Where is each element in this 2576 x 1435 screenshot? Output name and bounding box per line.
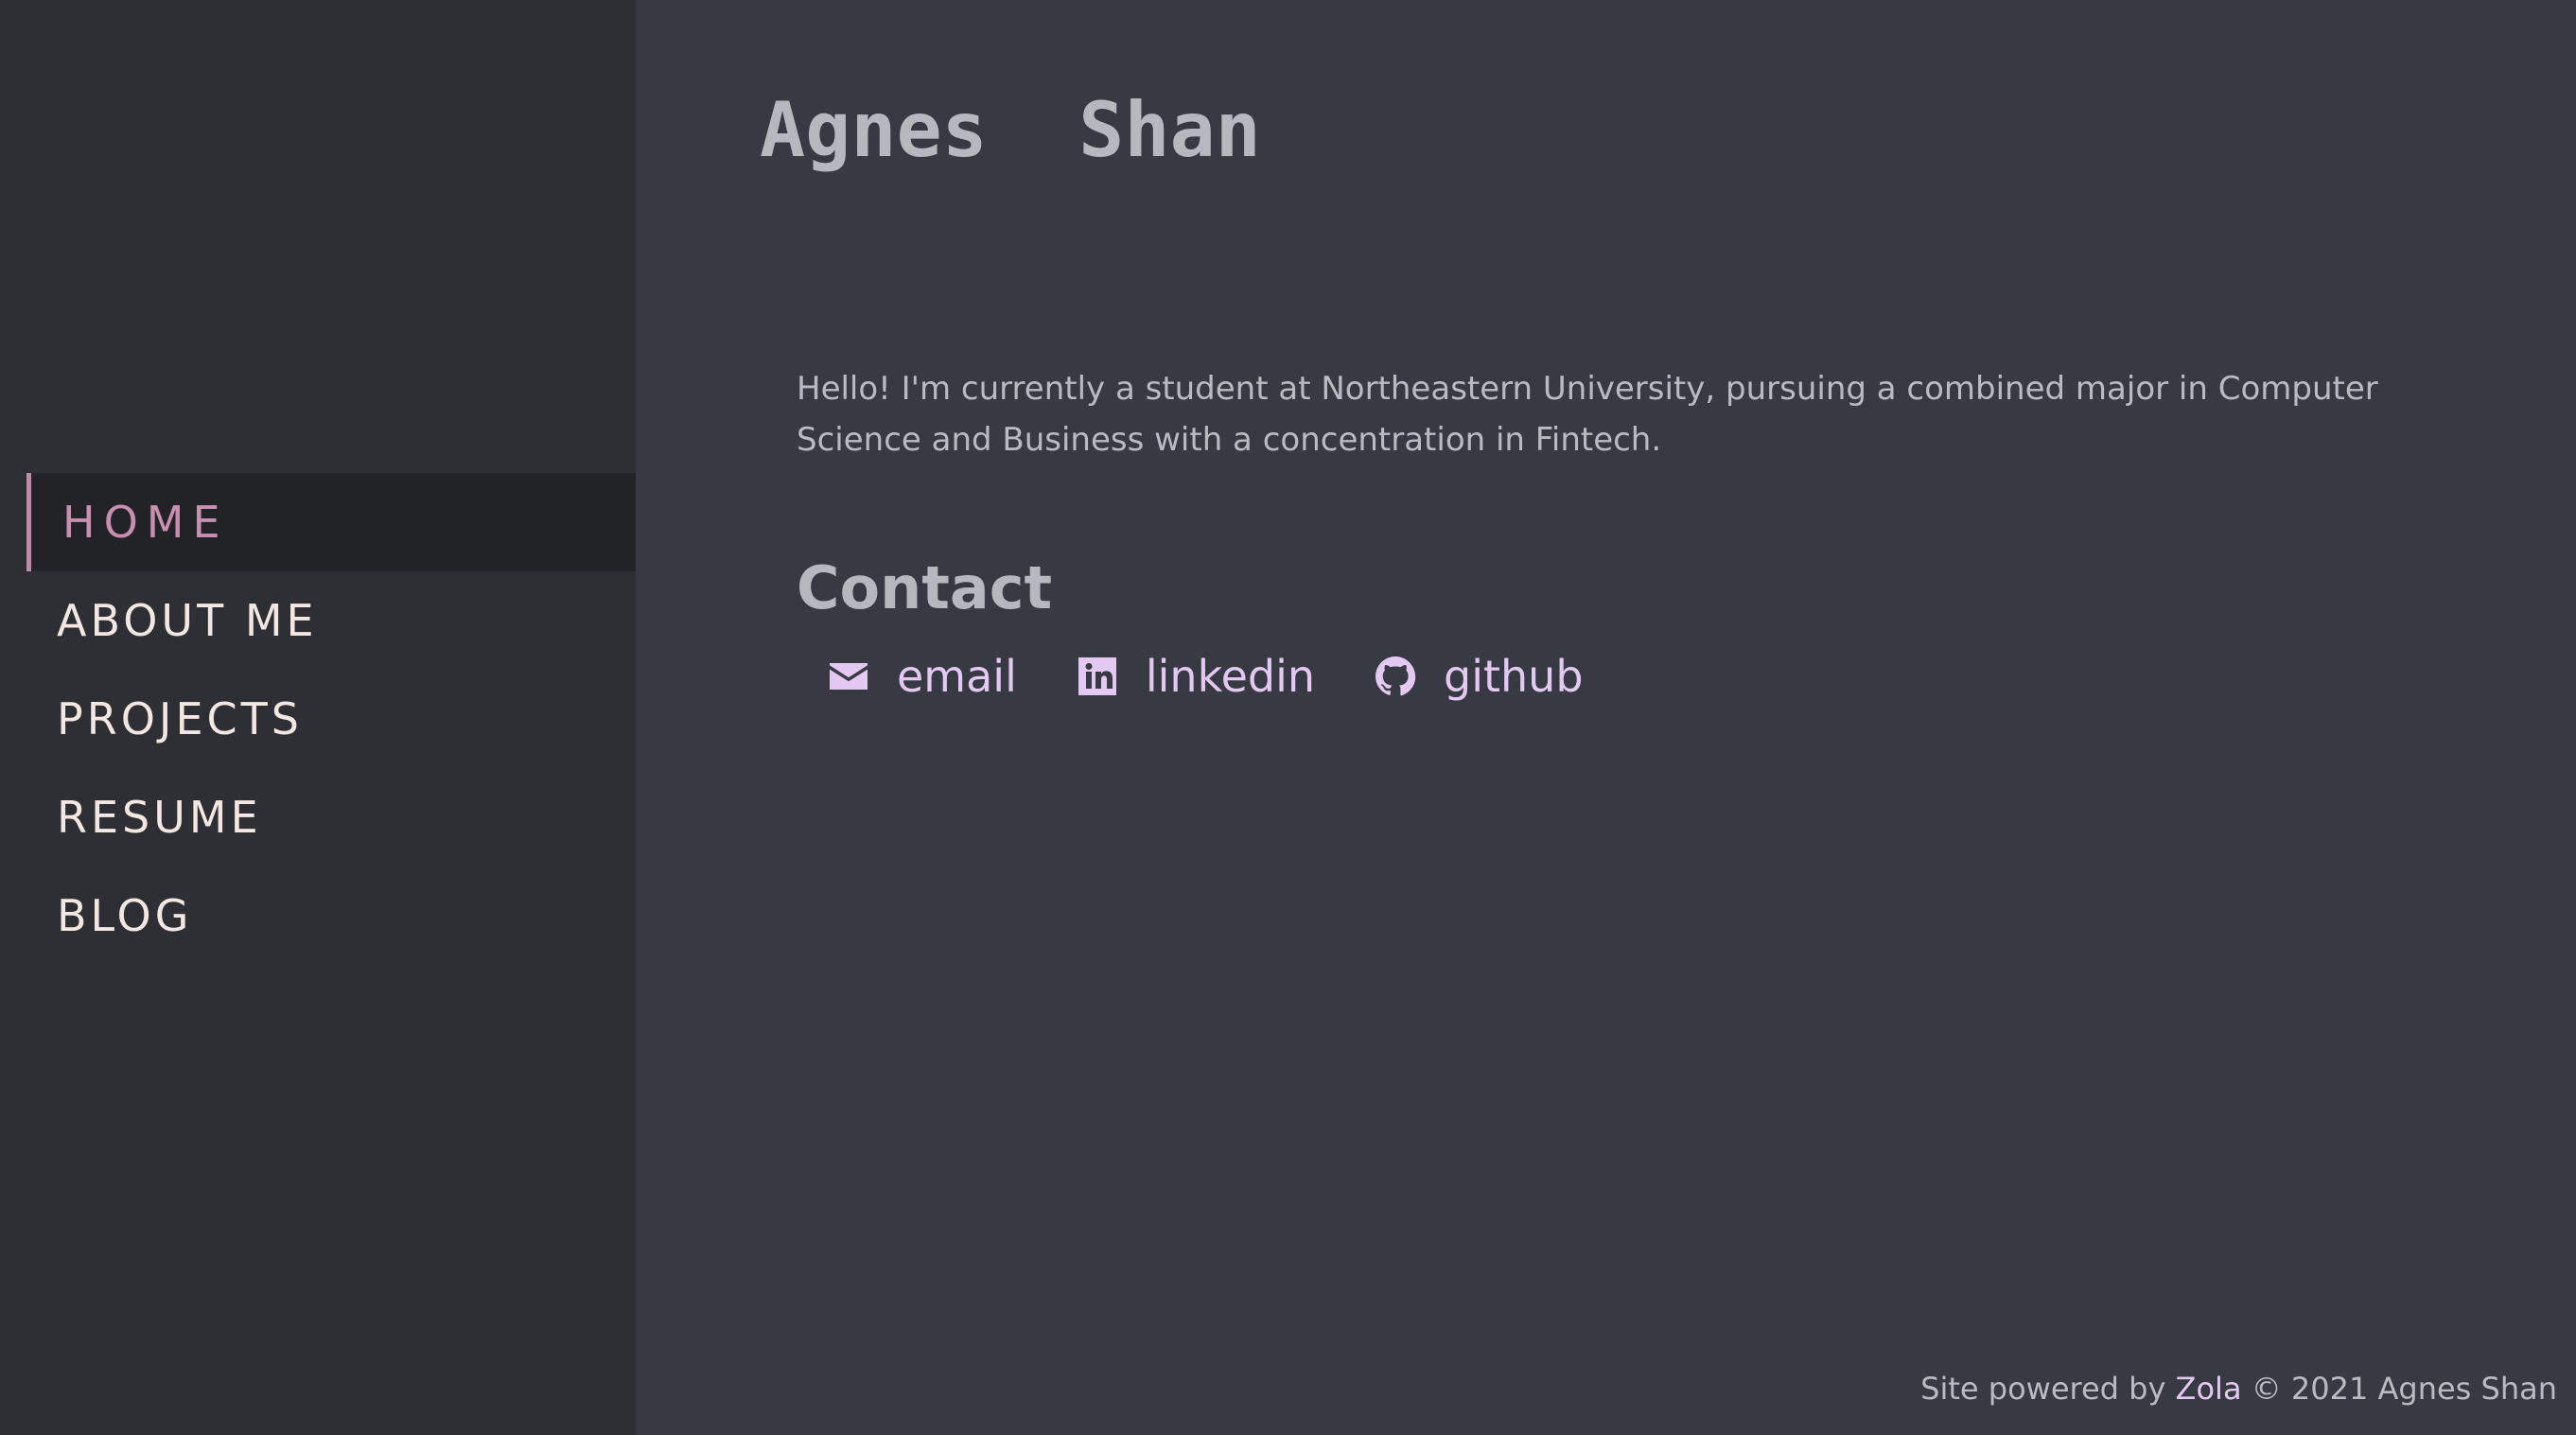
nav-item-blog[interactable]: BLOG [26,866,636,965]
github-icon [1372,653,1419,700]
footer-prefix: Site powered by [1920,1371,2166,1407]
nav-item-about-me[interactable]: ABOUT ME [26,571,636,670]
nav-item-label: HOME [62,497,229,548]
nav-item-label: BLOG [57,890,193,941]
zola-link[interactable]: Zola [2176,1371,2242,1407]
footer-copyright: © 2021 Agnes Shan [2251,1371,2557,1407]
email-link[interactable]: email [825,651,1017,702]
sidebar: HOME ABOUT ME PROJECTS RESUME BLOG [0,0,636,1435]
contact-heading: Contact [797,553,1053,622]
nav-item-projects[interactable]: PROJECTS [26,670,636,768]
nav-item-label: RESUME [57,792,262,843]
linkedin-link[interactable]: linkedin [1074,651,1315,702]
github-link[interactable]: github [1372,651,1584,702]
github-link-label: github [1444,651,1584,702]
email-link-label: email [897,651,1017,702]
sidebar-nav: HOME ABOUT ME PROJECTS RESUME BLOG [26,473,636,965]
linkedin-link-label: linkedin [1145,651,1316,702]
linkedin-icon [1074,653,1121,700]
nav-item-label: PROJECTS [57,693,303,744]
nav-item-resume[interactable]: RESUME [26,768,636,866]
contact-links: email linkedin github [825,651,1640,702]
nav-item-label: ABOUT ME [57,595,318,646]
site-title: Agnes Shan [760,86,1261,174]
nav-item-home[interactable]: HOME [26,473,636,571]
footer: Site powered by Zola © 2021 Agnes Shan [1920,1371,2557,1407]
envelope-icon [825,653,872,700]
intro-paragraph: Hello! I'm currently a student at Northe… [797,370,2378,459]
main-content: Agnes Shan Hello! I'm currently a studen… [636,0,2576,1435]
